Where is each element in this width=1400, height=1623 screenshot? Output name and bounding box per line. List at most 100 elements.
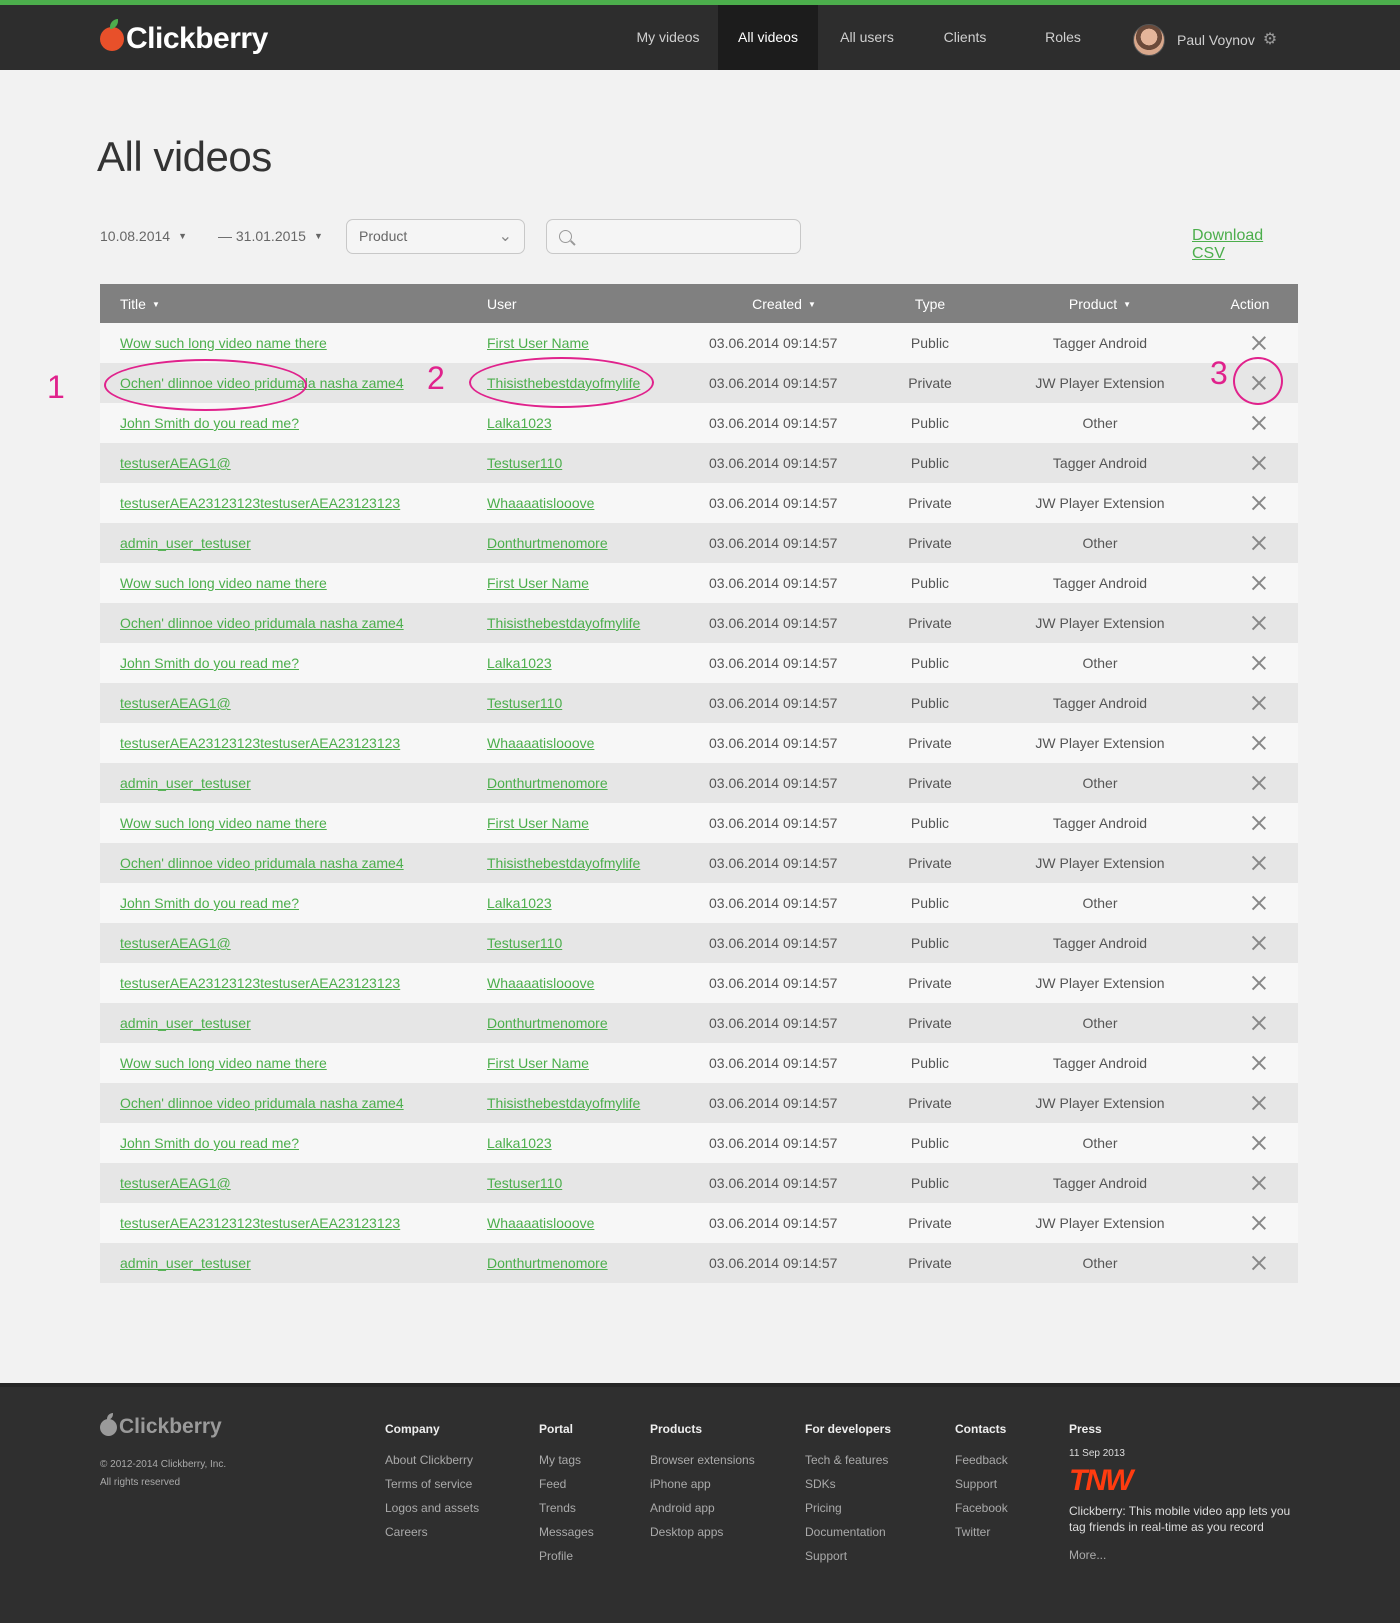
user-link[interactable]: Whaaaatislooove <box>487 483 594 523</box>
user-link[interactable]: Donthurtmenomore <box>487 1003 608 1043</box>
video-title-link[interactable]: testuserAEA23123123testuserAEA23123123 <box>120 483 400 523</box>
user-menu[interactable]: Paul Voynov ⚙ <box>1133 24 1279 56</box>
video-title-link[interactable]: testuserAEAG1@ <box>120 1163 231 1203</box>
user-link[interactable]: Donthurtmenomore <box>487 1243 608 1283</box>
date-to-picker[interactable]: — 31.01.2015 ▼ <box>218 228 323 244</box>
delete-close-icon[interactable] <box>1251 1255 1267 1271</box>
delete-close-icon[interactable] <box>1251 735 1267 751</box>
footer-link[interactable]: Feed <box>539 1472 594 1496</box>
delete-close-icon[interactable] <box>1251 695 1267 711</box>
video-title-link[interactable]: Ochen' dlinnoe video pridumala nasha zam… <box>120 1083 404 1123</box>
video-title-link[interactable]: testuserAEA23123123testuserAEA23123123 <box>120 963 400 1003</box>
video-title-link[interactable]: Ochen' dlinnoe video pridumala nasha zam… <box>120 603 404 643</box>
search-input[interactable] <box>579 224 789 250</box>
footer-logo[interactable]: Clickberry <box>100 1412 222 1439</box>
download-csv-link[interactable]: Download CSV <box>1192 227 1300 263</box>
user-link[interactable]: Lalka1023 <box>487 643 552 683</box>
video-title-link[interactable]: admin_user_testuser <box>120 1003 251 1043</box>
footer-link[interactable]: Facebook <box>955 1496 1008 1520</box>
th-product[interactable]: Product ▼ <box>1020 296 1180 312</box>
user-link[interactable]: Lalka1023 <box>487 1123 552 1163</box>
delete-close-icon[interactable] <box>1251 935 1267 951</box>
user-link[interactable]: Testuser110 <box>487 1163 562 1203</box>
th-title[interactable]: Title ▼ <box>120 296 160 312</box>
footer-link[interactable]: Documentation <box>805 1520 891 1544</box>
user-link[interactable]: Testuser110 <box>487 443 562 483</box>
footer-link[interactable]: Logos and assets <box>385 1496 479 1520</box>
delete-close-icon[interactable] <box>1251 775 1267 791</box>
delete-close-icon[interactable] <box>1251 815 1267 831</box>
user-link[interactable]: Testuser110 <box>487 923 562 963</box>
user-link[interactable]: Whaaaatislooove <box>487 963 594 1003</box>
footer-link[interactable]: Careers <box>385 1520 479 1544</box>
video-title-link[interactable]: Wow such long video name there <box>120 1043 327 1083</box>
delete-close-icon[interactable] <box>1251 1055 1267 1071</box>
footer-link[interactable]: Trends <box>539 1496 594 1520</box>
video-title-link[interactable]: Wow such long video name there <box>120 563 327 603</box>
delete-close-icon[interactable] <box>1251 415 1267 431</box>
search-box[interactable] <box>546 219 801 254</box>
user-link[interactable]: First User Name <box>487 1043 589 1083</box>
date-from-picker[interactable]: 10.08.2014 ▼ <box>100 228 187 244</box>
footer-link[interactable]: Tech & features <box>805 1448 891 1472</box>
delete-close-icon[interactable] <box>1251 615 1267 631</box>
footer-link[interactable]: Pricing <box>805 1496 891 1520</box>
user-link[interactable]: Thisisthebestdayofmylife <box>487 843 640 883</box>
footer-link[interactable]: Support <box>805 1544 891 1568</box>
footer-link[interactable]: SDKs <box>805 1472 891 1496</box>
delete-close-icon[interactable] <box>1251 1135 1267 1151</box>
delete-close-icon[interactable] <box>1251 1095 1267 1111</box>
delete-close-icon[interactable] <box>1251 975 1267 991</box>
gear-icon[interactable]: ⚙ <box>1263 32 1279 48</box>
footer-link[interactable]: Twitter <box>955 1520 1008 1544</box>
delete-close-icon[interactable] <box>1251 855 1267 871</box>
tnw-logo[interactable]: TNW <box>1069 1465 1299 1497</box>
footer-link[interactable]: Messages <box>539 1520 594 1544</box>
user-link[interactable]: Thisisthebestdayofmylife <box>487 1083 640 1123</box>
nav-my-videos[interactable]: My videos <box>618 5 718 70</box>
delete-close-icon[interactable] <box>1251 1015 1267 1031</box>
delete-close-icon[interactable] <box>1251 535 1267 551</box>
video-title-link[interactable]: John Smith do you read me? <box>120 643 299 683</box>
delete-close-icon[interactable] <box>1251 895 1267 911</box>
user-link[interactable]: Whaaaatislooove <box>487 723 594 763</box>
footer-link[interactable]: Browser extensions <box>650 1448 755 1472</box>
video-title-link[interactable]: testuserAEAG1@ <box>120 443 231 483</box>
user-link[interactable]: Testuser110 <box>487 683 562 723</box>
video-title-link[interactable]: Wow such long video name there <box>120 803 327 843</box>
user-link[interactable]: Donthurtmenomore <box>487 763 608 803</box>
delete-close-icon[interactable] <box>1251 575 1267 591</box>
user-link[interactable]: Lalka1023 <box>487 883 552 923</box>
footer-link[interactable]: Android app <box>650 1496 755 1520</box>
delete-close-icon[interactable] <box>1251 495 1267 511</box>
press-more-link[interactable]: More... <box>1069 1543 1299 1567</box>
footer-link[interactable]: Feedback <box>955 1448 1008 1472</box>
user-link[interactable]: First User Name <box>487 803 589 843</box>
nav-all-videos[interactable]: All videos <box>718 5 818 70</box>
video-title-link[interactable]: testuserAEAG1@ <box>120 683 231 723</box>
footer-link[interactable]: Terms of service <box>385 1472 479 1496</box>
avatar[interactable] <box>1133 24 1165 56</box>
delete-close-icon[interactable] <box>1251 655 1267 671</box>
delete-close-icon[interactable] <box>1251 1215 1267 1231</box>
footer-link[interactable]: About Clickberry <box>385 1448 479 1472</box>
footer-link[interactable]: Profile <box>539 1544 594 1568</box>
footer-link[interactable]: Desktop apps <box>650 1520 755 1544</box>
video-title-link[interactable]: John Smith do you read me? <box>120 1123 299 1163</box>
footer-link[interactable]: iPhone app <box>650 1472 755 1496</box>
delete-close-icon[interactable] <box>1251 335 1267 351</box>
nav-all-users[interactable]: All users <box>818 5 916 70</box>
footer-link[interactable]: My tags <box>539 1448 594 1472</box>
user-link[interactable]: First User Name <box>487 563 589 603</box>
video-title-link[interactable]: Wow such long video name there <box>120 323 327 363</box>
clickberry-logo[interactable]: Clickberry <box>100 19 268 59</box>
footer-link[interactable]: Support <box>955 1472 1008 1496</box>
nav-roles[interactable]: Roles <box>1014 5 1112 70</box>
video-title-link[interactable]: admin_user_testuser <box>120 763 251 803</box>
user-link[interactable]: Lalka1023 <box>487 403 552 443</box>
video-title-link[interactable]: admin_user_testuser <box>120 1243 251 1283</box>
product-select[interactable]: Product ⌄ <box>346 219 525 254</box>
user-link[interactable]: Thisisthebestdayofmylife <box>487 603 640 643</box>
user-link[interactable]: Donthurtmenomore <box>487 523 608 563</box>
delete-close-icon[interactable] <box>1251 1175 1267 1191</box>
